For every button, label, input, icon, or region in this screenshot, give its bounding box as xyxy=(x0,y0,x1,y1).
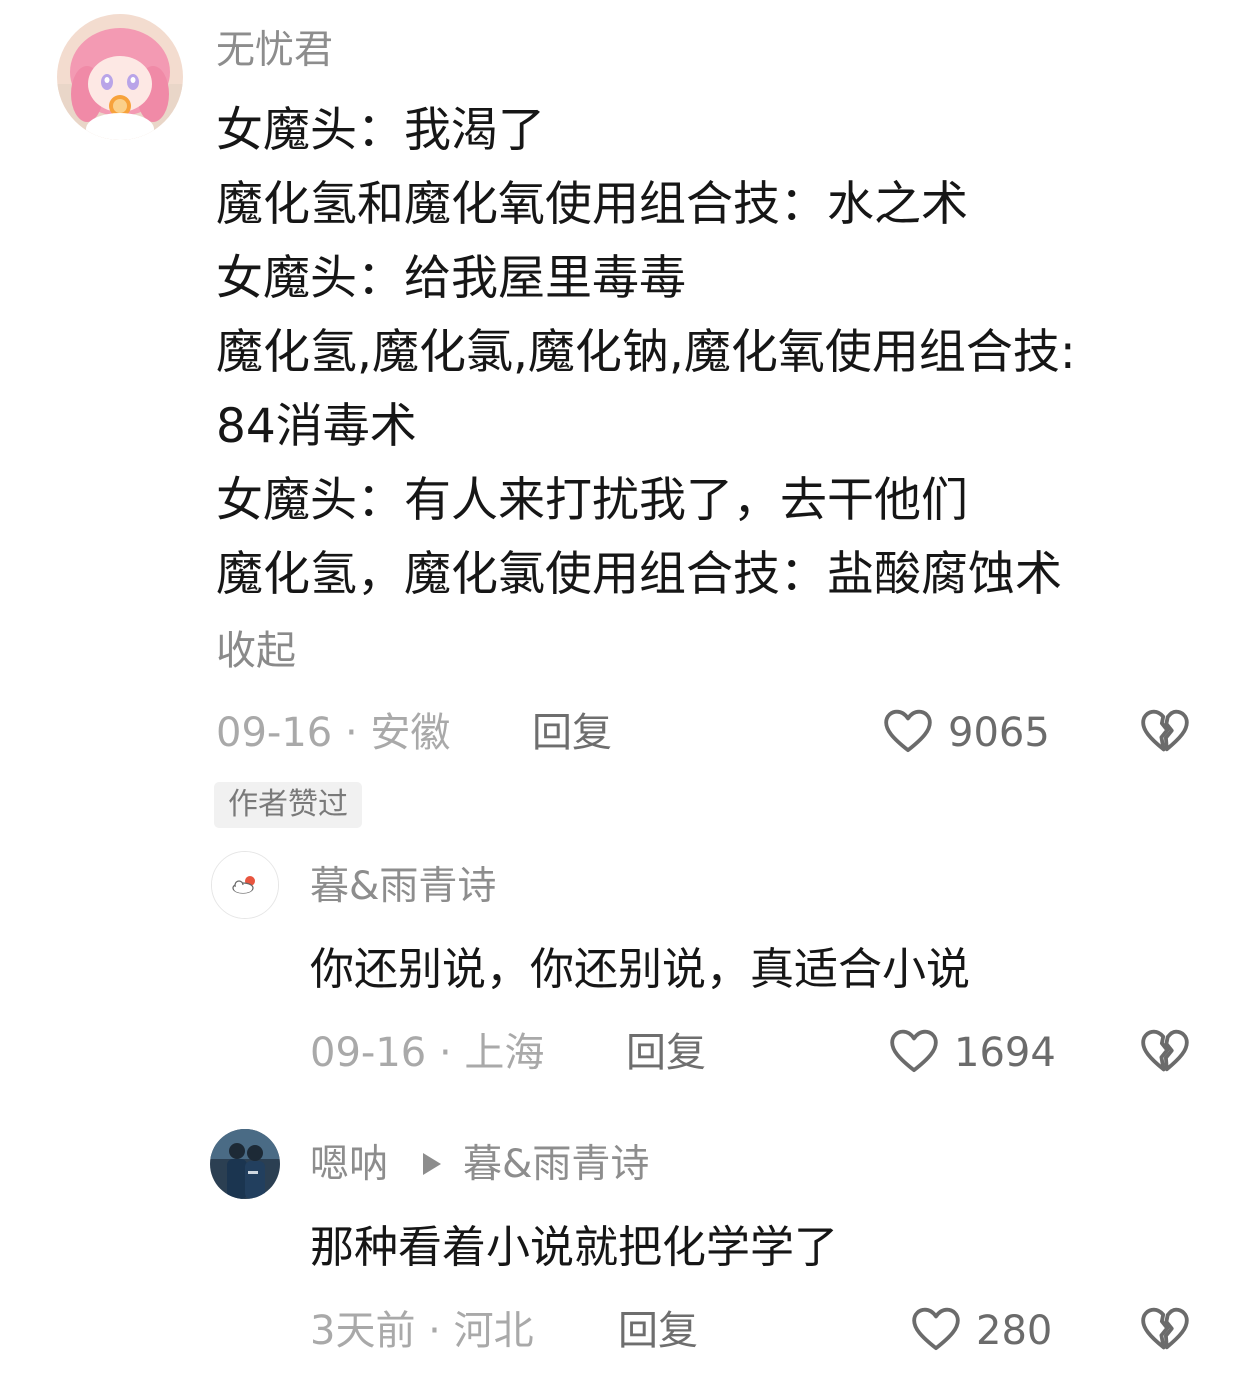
heart-outline-icon[interactable] xyxy=(908,1302,964,1356)
reply-meta: 09-16 · 上海 xyxy=(310,1030,545,1076)
heart-outline-icon[interactable] xyxy=(886,1024,942,1078)
play-triangle-icon xyxy=(420,1151,444,1177)
reply-text: 你还别说，你还别说，真适合小说 xyxy=(310,944,970,995)
reply-meta: 3天前 · 河北 xyxy=(310,1308,534,1354)
avatar[interactable] xyxy=(211,851,279,919)
reply-username[interactable]: 暮&雨青诗 xyxy=(310,862,496,912)
heart-outline-icon[interactable] xyxy=(880,704,936,758)
comment-line: 魔化氢和魔化氧使用组合技：水之术 xyxy=(216,177,968,232)
like-count: 1694 xyxy=(954,1030,1056,1076)
comment-line: 84消毒术 xyxy=(216,399,417,454)
avatar[interactable] xyxy=(57,14,183,140)
reply-button[interactable]: 回复 xyxy=(532,708,612,758)
comment-line: 魔化氢,魔化氯,魔化钠,魔化氧使用组合技: xyxy=(216,325,1076,380)
broken-heart-icon[interactable] xyxy=(1137,1024,1193,1078)
comment-body: 女魔头：我渴了 魔化氢和魔化氧使用组合技：水之术 女魔头：给我屋里毒毒 魔化氢,… xyxy=(216,94,1076,612)
broken-heart-icon[interactable] xyxy=(1137,1302,1193,1356)
avatar[interactable] xyxy=(210,1129,280,1199)
comment-username[interactable]: 无忧君 xyxy=(216,26,333,76)
collapse-button[interactable]: 收起 xyxy=(216,626,296,676)
reply-to-username[interactable]: 暮&雨青诗 xyxy=(463,1140,649,1190)
reply-text: 那种看着小说就把化学学了 xyxy=(310,1222,838,1273)
comment-line: 女魔头：有人来打扰我了，去干他们 xyxy=(216,473,968,528)
like-count: 9065 xyxy=(948,710,1050,756)
comment-line: 女魔头：我渴了 xyxy=(216,103,545,158)
reply-button[interactable]: 回复 xyxy=(626,1028,706,1078)
reply-username[interactable]: 嗯呐 xyxy=(310,1140,388,1190)
comment-line: 女魔头：给我屋里毒毒 xyxy=(216,251,686,306)
comment-meta: 09-16 · 安徽 xyxy=(216,710,451,756)
comment-line: 魔化氢，魔化氯使用组合技：盐酸腐蚀术 xyxy=(216,547,1062,602)
broken-heart-icon[interactable] xyxy=(1137,704,1193,758)
author-liked-badge: 作者赞过 xyxy=(214,782,362,828)
like-count: 280 xyxy=(976,1308,1053,1354)
reply-button[interactable]: 回复 xyxy=(618,1306,698,1356)
